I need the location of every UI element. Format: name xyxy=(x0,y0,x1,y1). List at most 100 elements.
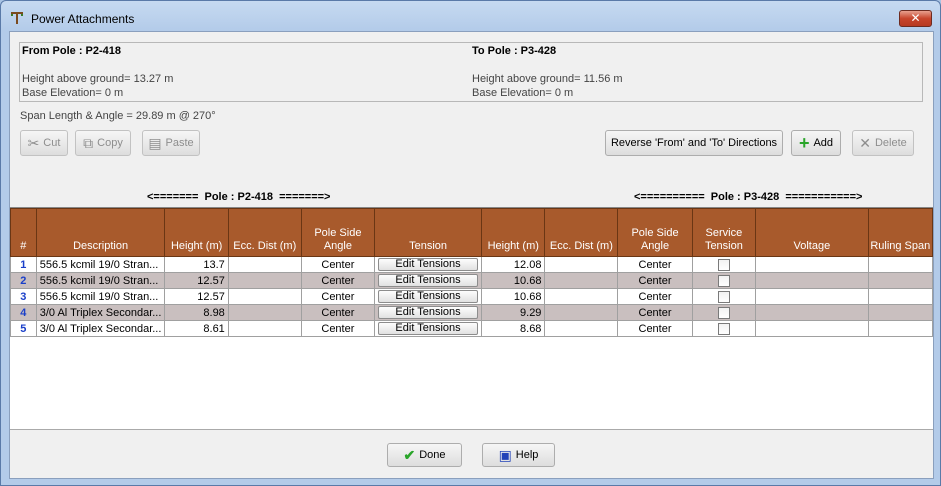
from-height-cell[interactable]: 13.7 xyxy=(164,256,229,273)
to-pole-side-angle-cell[interactable]: Center xyxy=(617,320,693,337)
row-index[interactable]: 3 xyxy=(10,288,37,305)
column-header[interactable]: # xyxy=(10,208,37,257)
from-height-cell[interactable]: 12.57 xyxy=(164,272,229,289)
table-row[interactable]: 3 556.5 kcmil 19/0 Stran... 12.57 Center… xyxy=(10,288,934,305)
from-ecc-dist-cell[interactable] xyxy=(227,272,302,289)
column-header[interactable]: Ecc. Dist (m) xyxy=(544,208,619,257)
done-button[interactable]: ✔ Done xyxy=(387,443,462,467)
from-ecc-dist-cell[interactable] xyxy=(227,320,302,337)
copy-label: Copy xyxy=(97,137,123,149)
copy-icon: ⧉ xyxy=(83,135,94,151)
row-index[interactable]: 2 xyxy=(10,272,37,289)
to-height-cell[interactable]: 12.08 xyxy=(481,256,546,273)
to-ecc-dist-cell[interactable] xyxy=(544,288,619,305)
to-pole-side-angle-cell[interactable]: Center xyxy=(617,304,693,321)
description-cell[interactable]: 3/0 Al Triplex Secondar... xyxy=(35,304,166,321)
column-header[interactable]: Pole Side Angle xyxy=(617,208,693,257)
to-pole-side-angle-cell[interactable]: Center xyxy=(617,272,693,289)
edit-tensions-button[interactable]: Edit Tensions xyxy=(378,290,479,303)
table-row[interactable]: 2 556.5 kcmil 19/0 Stran... 12.57 Center… xyxy=(10,272,934,289)
column-header[interactable]: Pole Side Angle xyxy=(300,208,376,257)
to-pole-side-angle-cell[interactable]: Center xyxy=(617,256,693,273)
description-cell[interactable]: 556.5 kcmil 19/0 Stran... xyxy=(35,272,166,289)
service-tension-checkbox[interactable] xyxy=(717,290,730,303)
table-row[interactable]: 5 3/0 Al Triplex Secondar... 8.61 Center… xyxy=(10,320,934,337)
edit-tensions-button[interactable]: Edit Tensions xyxy=(378,258,479,271)
edit-tensions-button[interactable]: Edit Tensions xyxy=(378,306,479,319)
delete-button[interactable]: ✕ Delete xyxy=(852,130,914,156)
delete-x-icon: ✕ xyxy=(859,135,871,151)
table-row[interactable]: 4 3/0 Al Triplex Secondar... 8.98 Center… xyxy=(10,304,934,321)
from-pole-side-angle-cell[interactable]: Center xyxy=(300,256,376,273)
voltage-cell[interactable] xyxy=(755,272,869,289)
done-label: Done xyxy=(419,449,446,461)
column-header[interactable]: Ecc. Dist (m) xyxy=(227,208,302,257)
to-ecc-dist-cell[interactable] xyxy=(544,256,619,273)
to-height-cell[interactable]: 10.68 xyxy=(481,288,546,305)
service-tension-checkbox[interactable] xyxy=(717,258,730,271)
from-height-cell[interactable]: 12.57 xyxy=(164,288,229,305)
to-height-cell[interactable]: 10.68 xyxy=(481,272,546,289)
row-index[interactable]: 1 xyxy=(10,256,37,273)
voltage-cell[interactable] xyxy=(755,304,869,321)
row-index[interactable]: 5 xyxy=(10,320,37,337)
span-info-panel: From Pole : P2-418 Height above ground= … xyxy=(19,42,923,102)
description-cell[interactable]: 556.5 kcmil 19/0 Stran... xyxy=(35,256,166,273)
column-header[interactable]: Ruling Span xyxy=(867,208,934,257)
from-pole-side-angle-cell[interactable]: Center xyxy=(300,272,376,289)
description-cell[interactable]: 3/0 Al Triplex Secondar... xyxy=(35,320,166,337)
help-button[interactable]: ▣ Help xyxy=(482,443,555,467)
to-height-cell[interactable]: 8.68 xyxy=(481,320,546,337)
from-ecc-dist-cell[interactable] xyxy=(227,304,302,321)
table-row[interactable]: 1 556.5 kcmil 19/0 Stran... 13.7 Center … xyxy=(10,256,934,273)
tension-cell: Edit Tensions xyxy=(374,272,483,289)
voltage-cell[interactable] xyxy=(755,320,869,337)
to-pole-column-label: <========== Pole : P3-428 ===========> xyxy=(634,191,863,203)
column-header[interactable]: Tension xyxy=(374,208,483,257)
plus-icon: + xyxy=(798,133,810,153)
scissors-icon: ✂ xyxy=(27,135,40,151)
column-header[interactable]: Height (m) xyxy=(164,208,229,257)
add-label: Add xyxy=(813,137,834,149)
from-pole-side-angle-cell[interactable]: Center xyxy=(300,288,376,305)
from-ecc-dist-cell[interactable] xyxy=(227,256,302,273)
ruling-span-cell[interactable] xyxy=(867,288,934,305)
power-attachments-window: Power Attachments ✕ From Pole : P2-418 H… xyxy=(0,0,941,486)
from-pole-side-angle-cell[interactable]: Center xyxy=(300,320,376,337)
row-index[interactable]: 4 xyxy=(10,304,37,321)
reverse-directions-button[interactable]: Reverse 'From' and 'To' Directions xyxy=(605,130,783,156)
column-header[interactable]: Height (m) xyxy=(481,208,546,257)
ruling-span-cell[interactable] xyxy=(867,256,934,273)
edit-tensions-button[interactable]: Edit Tensions xyxy=(378,322,479,335)
column-header[interactable]: Service Tension xyxy=(691,208,757,257)
edit-tensions-button[interactable]: Edit Tensions xyxy=(378,274,479,287)
copy-button[interactable]: ⧉ Copy xyxy=(75,130,131,156)
from-height-cell[interactable]: 8.98 xyxy=(164,304,229,321)
column-header[interactable]: Description xyxy=(35,208,166,257)
service-tension-checkbox[interactable] xyxy=(717,322,730,335)
description-cell[interactable]: 556.5 kcmil 19/0 Stran... xyxy=(35,288,166,305)
to-height-cell[interactable]: 9.29 xyxy=(481,304,546,321)
to-ecc-dist-cell[interactable] xyxy=(544,320,619,337)
to-pole-side-angle-cell[interactable]: Center xyxy=(617,288,693,305)
to-ecc-dist-cell[interactable] xyxy=(544,272,619,289)
title-bar[interactable]: Power Attachments ✕ xyxy=(1,1,940,31)
ruling-span-cell[interactable] xyxy=(867,272,934,289)
add-button[interactable]: + Add xyxy=(791,130,841,156)
from-pole-side-angle-cell[interactable]: Center xyxy=(300,304,376,321)
to-ecc-dist-cell[interactable] xyxy=(544,304,619,321)
close-button[interactable]: ✕ xyxy=(899,10,932,27)
voltage-cell[interactable] xyxy=(755,288,869,305)
ruling-span-cell[interactable] xyxy=(867,320,934,337)
column-header[interactable]: Voltage xyxy=(755,208,869,257)
service-tension-checkbox[interactable] xyxy=(717,274,730,287)
service-tension-cell xyxy=(691,272,757,289)
paste-button[interactable]: ▤ Paste xyxy=(142,130,200,156)
from-height-cell[interactable]: 8.61 xyxy=(164,320,229,337)
voltage-cell[interactable] xyxy=(755,256,869,273)
ruling-span-cell[interactable] xyxy=(867,304,934,321)
cut-button[interactable]: ✂ Cut xyxy=(20,130,68,156)
delete-label: Delete xyxy=(874,137,907,149)
service-tension-checkbox[interactable] xyxy=(717,306,730,319)
from-ecc-dist-cell[interactable] xyxy=(227,288,302,305)
